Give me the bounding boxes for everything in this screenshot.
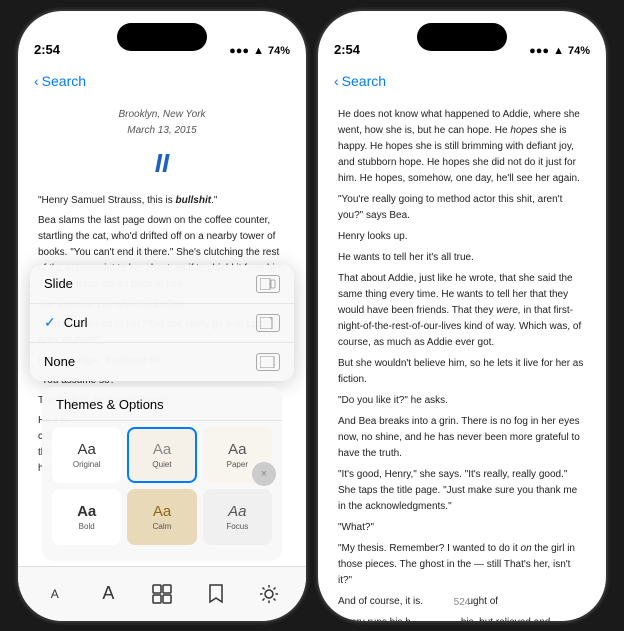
time-right: 2:54 xyxy=(334,42,360,57)
dynamic-island-right xyxy=(417,23,507,51)
theme-label-calm: Calm xyxy=(153,522,172,531)
transition-none[interactable]: None xyxy=(30,343,294,381)
layout-button[interactable] xyxy=(146,578,178,610)
right-para-1: He does not know what happened to Addie,… xyxy=(338,107,586,187)
theme-text-focus: Aa xyxy=(228,503,246,520)
status-icons-left: ●●● ▲ 74% xyxy=(229,45,290,57)
curl-label: Curl xyxy=(64,315,256,330)
theme-label-focus: Focus xyxy=(226,522,248,531)
overlay-panel: Slide ✓ Curl xyxy=(18,265,306,561)
right-para-3: Henry looks up. xyxy=(338,229,586,245)
theme-card-quiet[interactable]: Aa Quiet xyxy=(127,427,196,483)
theme-text-calm: Aa xyxy=(153,503,171,520)
battery-left: 74% xyxy=(268,45,290,57)
theme-label-paper: Paper xyxy=(227,460,248,469)
brightness-button[interactable] xyxy=(253,578,285,610)
status-icons-right: ●●● ▲ 74% xyxy=(529,45,590,57)
book-location: Brooklyn, New YorkMarch 13, 2015 xyxy=(38,107,286,139)
theme-text-original: Aa xyxy=(77,441,95,458)
theme-card-bold[interactable]: Aa Bold xyxy=(52,489,121,545)
signal-icon-right: ●●● xyxy=(529,45,549,57)
phones-container: 2:54 ●●● ▲ 74% ‹ Search Brooklyn, New Yo… xyxy=(18,11,606,621)
themes-grid: Aa Original Aa Quiet Aa Paper xyxy=(42,420,282,561)
right-phone: 2:54 ●●● ▲ 74% ‹ Search He does not know… xyxy=(318,11,606,621)
theme-label-bold: Bold xyxy=(79,522,95,531)
right-para-10: "What?" xyxy=(338,520,586,536)
right-para-11: "My thesis. Remember? I wanted to do it … xyxy=(338,541,586,589)
page-number: 524 xyxy=(454,595,471,611)
chevron-left-icon-right: ‹ xyxy=(334,73,339,89)
wifi-icon-left: ▲ xyxy=(253,45,264,57)
theme-label-quiet: Quiet xyxy=(152,460,171,469)
dynamic-island xyxy=(117,23,207,51)
font-large-button[interactable]: A xyxy=(92,578,124,610)
back-label-left: Search xyxy=(42,73,86,89)
book-title-area: Brooklyn, New YorkMarch 13, 2015 II xyxy=(38,107,286,183)
close-button[interactable]: × xyxy=(252,462,276,486)
theme-text-paper: Aa xyxy=(228,441,246,458)
layout-icon xyxy=(152,584,172,604)
checkmark-icon: ✓ xyxy=(44,314,56,331)
theme-text-quiet: Aa xyxy=(153,441,171,458)
battery-right: 74% xyxy=(568,45,590,57)
themes-row-2: Aa Bold Aa Calm Aa Focus xyxy=(52,489,272,545)
wifi-icon-right: ▲ xyxy=(553,45,564,57)
right-para-6: But she wouldn't believe him, so he lets… xyxy=(338,356,586,388)
brightness-icon xyxy=(259,584,279,604)
nav-bar-right: ‹ Search xyxy=(318,63,606,99)
chapter-number: II xyxy=(38,143,286,183)
themes-header: Themes & Options xyxy=(42,387,282,420)
back-button-right[interactable]: ‹ Search xyxy=(334,73,386,89)
chevron-left-icon: ‹ xyxy=(34,73,39,89)
theme-card-calm[interactable]: Aa Calm xyxy=(127,489,196,545)
bottom-toolbar-left: A A xyxy=(18,566,306,621)
theme-card-focus[interactable]: Aa Focus xyxy=(203,489,272,545)
time-left: 2:54 xyxy=(34,42,60,57)
bookmark-icon xyxy=(208,584,224,604)
transition-menu: Slide ✓ Curl xyxy=(30,265,294,381)
transition-curl[interactable]: ✓ Curl xyxy=(30,304,294,343)
nav-bar-left: ‹ Search xyxy=(18,63,306,99)
themes-row-1: Aa Original Aa Quiet Aa Paper xyxy=(52,427,272,483)
bookmark-button[interactable] xyxy=(200,578,232,610)
none-label: None xyxy=(44,354,256,369)
slide-icon xyxy=(256,275,280,293)
theme-card-original[interactable]: Aa Original xyxy=(52,427,121,483)
right-para-4: He wants to tell her it's all true. xyxy=(338,250,586,266)
signal-icon-left: ●●● xyxy=(229,45,249,57)
book-content-right: He does not know what happened to Addie,… xyxy=(318,99,606,621)
transition-slide[interactable]: Slide xyxy=(30,265,294,304)
right-para-2: "You're really going to method actor thi… xyxy=(338,192,586,224)
back-label-right: Search xyxy=(342,73,386,89)
back-button-left[interactable]: ‹ Search xyxy=(34,73,86,89)
book-text-right: He does not know what happened to Addie,… xyxy=(338,107,586,621)
font-small-button[interactable]: A xyxy=(39,578,71,610)
book-para-1: "Henry Samuel Strauss, this is bullshit.… xyxy=(38,193,286,209)
theme-label-original: Original xyxy=(73,460,101,469)
right-para-13: Henry runs his h his, but relieved and l… xyxy=(338,615,586,621)
right-para-5: That about Addie, just like he wrote, th… xyxy=(338,271,586,351)
curl-icon xyxy=(256,314,280,332)
slide-label: Slide xyxy=(44,276,256,291)
right-para-7: "Do you like it?" he asks. xyxy=(338,393,586,409)
themes-section: Themes & Options × Aa Original Aa Quiet xyxy=(30,387,294,561)
themes-title: Themes & Options xyxy=(56,397,164,412)
none-icon xyxy=(256,353,280,371)
left-phone: 2:54 ●●● ▲ 74% ‹ Search Brooklyn, New Yo… xyxy=(18,11,306,621)
right-para-9: "It's good, Henry," she says. "It's real… xyxy=(338,467,586,515)
theme-text-bold: Aa xyxy=(77,503,96,520)
right-para-8: And Bea breaks into a grin. There is no … xyxy=(338,414,586,462)
